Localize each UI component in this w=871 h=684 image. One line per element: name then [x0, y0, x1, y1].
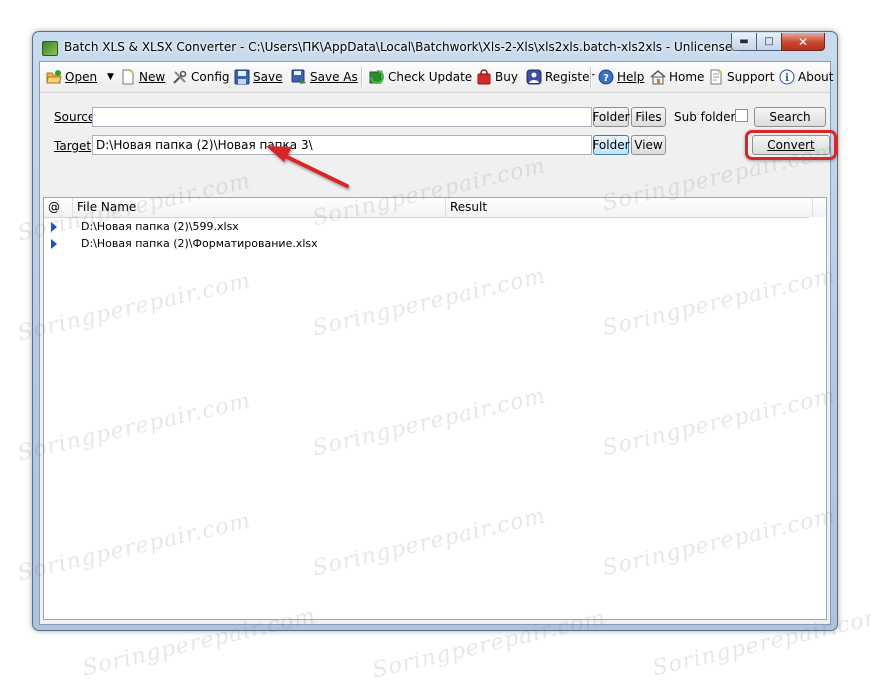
- new-label: New: [139, 70, 166, 84]
- help-button[interactable]: ? Help: [598, 68, 644, 86]
- row-file-name: D:\Новая папка (2)\Форматирование.xlsx: [81, 237, 318, 250]
- list-header: @ File Name Result: [44, 198, 826, 218]
- home-button[interactable]: Home: [650, 68, 704, 86]
- target-input[interactable]: D:\Новая папка (2)\Новая папка 3\: [92, 135, 592, 155]
- subfolders-checkbox[interactable]: [735, 109, 748, 122]
- svg-text:i: i: [785, 73, 789, 84]
- toolbar-separator: [361, 67, 363, 87]
- new-file-icon: [120, 69, 136, 85]
- config-label: Config: [191, 70, 230, 84]
- toolbar-separator: [590, 67, 592, 87]
- help-label: Help: [617, 70, 645, 84]
- toolbar: Open ▼ New Config Save Save As Check Upd…: [40, 62, 833, 93]
- save-as-label: Save As: [310, 70, 358, 84]
- window-title: Batch XLS & XLSX Converter - C:\Users\ПК…: [64, 40, 740, 54]
- table-row[interactable]: D:\Новая папка (2)\599.xlsx: [44, 219, 804, 235]
- info-icon: i: [779, 69, 795, 85]
- save-label: Save: [253, 70, 283, 84]
- support-icon: [708, 69, 724, 85]
- support-button[interactable]: Support: [708, 68, 774, 86]
- table-row[interactable]: D:\Новая папка (2)\Форматирование.xlsx: [44, 236, 804, 252]
- save-as-button[interactable]: Save As: [291, 68, 358, 86]
- convert-button[interactable]: Convert: [752, 135, 830, 155]
- save-button[interactable]: Save: [234, 68, 282, 86]
- support-label: Support: [727, 70, 775, 84]
- column-header-status[interactable]: @: [44, 198, 73, 217]
- buy-button[interactable]: Buy: [476, 68, 518, 86]
- home-icon: [650, 69, 666, 85]
- source-label: Source: [54, 110, 95, 124]
- config-button[interactable]: Config: [172, 68, 230, 86]
- close-button[interactable]: ✕: [781, 33, 825, 51]
- tools-icon: [172, 69, 188, 85]
- convert-label: Convert: [767, 138, 815, 152]
- app-icon: [42, 41, 58, 56]
- row-marker-icon: [51, 239, 57, 249]
- new-button[interactable]: New: [120, 68, 165, 86]
- register-button[interactable]: Register: [526, 68, 594, 86]
- target-label-text: Target: [54, 139, 92, 153]
- shopping-bag-icon: [476, 69, 492, 85]
- row-marker-icon: [51, 222, 57, 232]
- about-label: About: [798, 70, 834, 84]
- dropdown-arrow-icon: ▼: [107, 72, 114, 82]
- file-list[interactable]: @ File Name Result D:\Новая папка (2)\59…: [43, 197, 827, 620]
- subfolders-label: Sub folders: [674, 110, 742, 124]
- app-window: Batch XLS & XLSX Converter - C:\Users\ПК…: [32, 31, 838, 631]
- source-files-button[interactable]: Files: [631, 107, 666, 127]
- title-bar[interactable]: Batch XLS & XLSX Converter - C:\Users\ПК…: [33, 32, 837, 62]
- register-label: Register: [545, 70, 595, 84]
- maximize-button[interactable]: □: [756, 33, 782, 51]
- update-icon: [369, 69, 385, 85]
- source-folder-button[interactable]: Folder: [592, 107, 630, 127]
- svg-text:?: ?: [603, 73, 609, 84]
- minimize-button[interactable]: ▬: [731, 33, 757, 51]
- check-update-label: Check Update: [388, 70, 473, 84]
- column-header-result[interactable]: Result: [446, 198, 813, 217]
- buy-label: Buy: [495, 70, 518, 84]
- source-label-text: Source: [54, 110, 96, 124]
- source-input[interactable]: [92, 107, 592, 127]
- help-icon: ?: [598, 69, 614, 85]
- target-view-button[interactable]: View: [631, 135, 666, 155]
- open-dropdown-button[interactable]: ▼: [107, 68, 114, 86]
- client-area: Open ▼ New Config Save Save As Check Upd…: [39, 61, 837, 625]
- about-button[interactable]: i About: [779, 68, 833, 86]
- register-icon: [526, 69, 542, 85]
- search-button[interactable]: Search: [754, 107, 826, 127]
- open-label: Open: [65, 70, 98, 84]
- list-scrollbar[interactable]: [809, 217, 826, 619]
- target-label: Target: [54, 139, 91, 153]
- home-label: Home: [669, 70, 705, 84]
- folder-open-icon: [46, 69, 62, 85]
- save-as-icon: [291, 69, 307, 85]
- floppy-disk-icon: [234, 69, 250, 85]
- check-update-button[interactable]: Check Update: [369, 68, 472, 86]
- target-folder-button[interactable]: Folder: [592, 135, 630, 155]
- row-file-name: D:\Новая папка (2)\599.xlsx: [81, 220, 239, 233]
- open-button[interactable]: Open: [46, 68, 97, 86]
- column-header-file-name[interactable]: File Name: [73, 198, 446, 217]
